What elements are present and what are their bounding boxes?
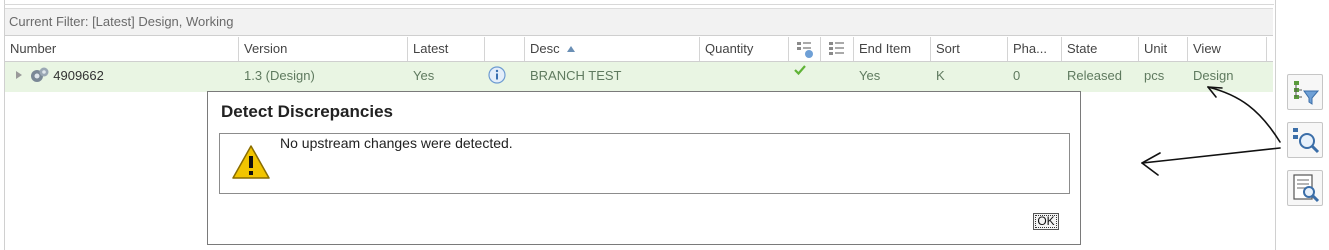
column-unit[interactable]: Unit xyxy=(1139,37,1188,61)
cell-number: 4909662 xyxy=(5,62,239,92)
column-quantity[interactable]: Quantity xyxy=(700,37,789,61)
sort-ascending-icon xyxy=(567,46,576,52)
annotation-arrows xyxy=(1141,86,1281,176)
triangle-right-icon[interactable] xyxy=(16,71,22,79)
check-icon xyxy=(794,65,806,76)
substitute-column-icon xyxy=(797,42,813,58)
alternate-column-icon xyxy=(829,42,844,55)
ok-button[interactable]: OK xyxy=(1033,213,1059,230)
dialog-title: Detect Discrepancies xyxy=(221,102,393,121)
cell-info xyxy=(485,62,525,92)
filter-text: Current Filter: [Latest] Design, Working xyxy=(9,14,234,29)
column-info[interactable] xyxy=(485,37,525,61)
column-version[interactable]: Version xyxy=(239,37,408,61)
part-gears-icon xyxy=(30,67,49,82)
cell-state: Released xyxy=(1067,68,1122,83)
column-alternates[interactable] xyxy=(821,37,854,61)
cell-end-item: Yes xyxy=(859,68,881,83)
column-end-item[interactable]: End Item xyxy=(854,37,931,61)
column-latest[interactable]: Latest xyxy=(408,37,485,61)
cell-desc: BRANCH TEST xyxy=(530,68,622,83)
column-substitutes[interactable] xyxy=(789,37,821,61)
dialog-message: No upstream changes were detected. xyxy=(280,135,513,151)
detect-discrepancies-dialog: Detect Discrepancies No upstream changes… xyxy=(207,91,1081,245)
table-row[interactable]: 4909662 1.3 (Design) Yes BRANCH TEST Yes… xyxy=(5,62,1273,92)
table-header: Number Version Latest Desc Quantity End … xyxy=(5,37,1273,62)
column-desc[interactable]: Desc xyxy=(525,37,700,61)
current-filter-bar: Current Filter: [Latest] Design, Working xyxy=(5,8,1273,36)
info-icon[interactable] xyxy=(488,66,506,84)
column-number[interactable]: Number xyxy=(5,37,239,61)
column-phase[interactable]: Pha... xyxy=(1008,37,1062,61)
cell-version: 1.3 (Design) xyxy=(244,68,315,83)
divider xyxy=(4,4,1274,5)
part-number[interactable]: 4909662 xyxy=(53,68,104,83)
column-sort[interactable]: Sort xyxy=(931,37,1008,61)
cell-phase: 0 xyxy=(1013,68,1021,83)
cell-quantity xyxy=(700,62,789,92)
warning-icon xyxy=(232,145,270,179)
column-desc-label: Desc xyxy=(530,41,560,56)
cell-latest: Yes xyxy=(413,68,435,83)
cell-sort: K xyxy=(936,68,945,83)
dialog-message-box: No upstream changes were detected. xyxy=(219,133,1070,194)
column-view[interactable]: View xyxy=(1188,37,1267,61)
column-more[interactable] xyxy=(1267,37,1273,61)
cell-substitutes xyxy=(789,62,821,92)
column-state[interactable]: State xyxy=(1062,37,1139,61)
